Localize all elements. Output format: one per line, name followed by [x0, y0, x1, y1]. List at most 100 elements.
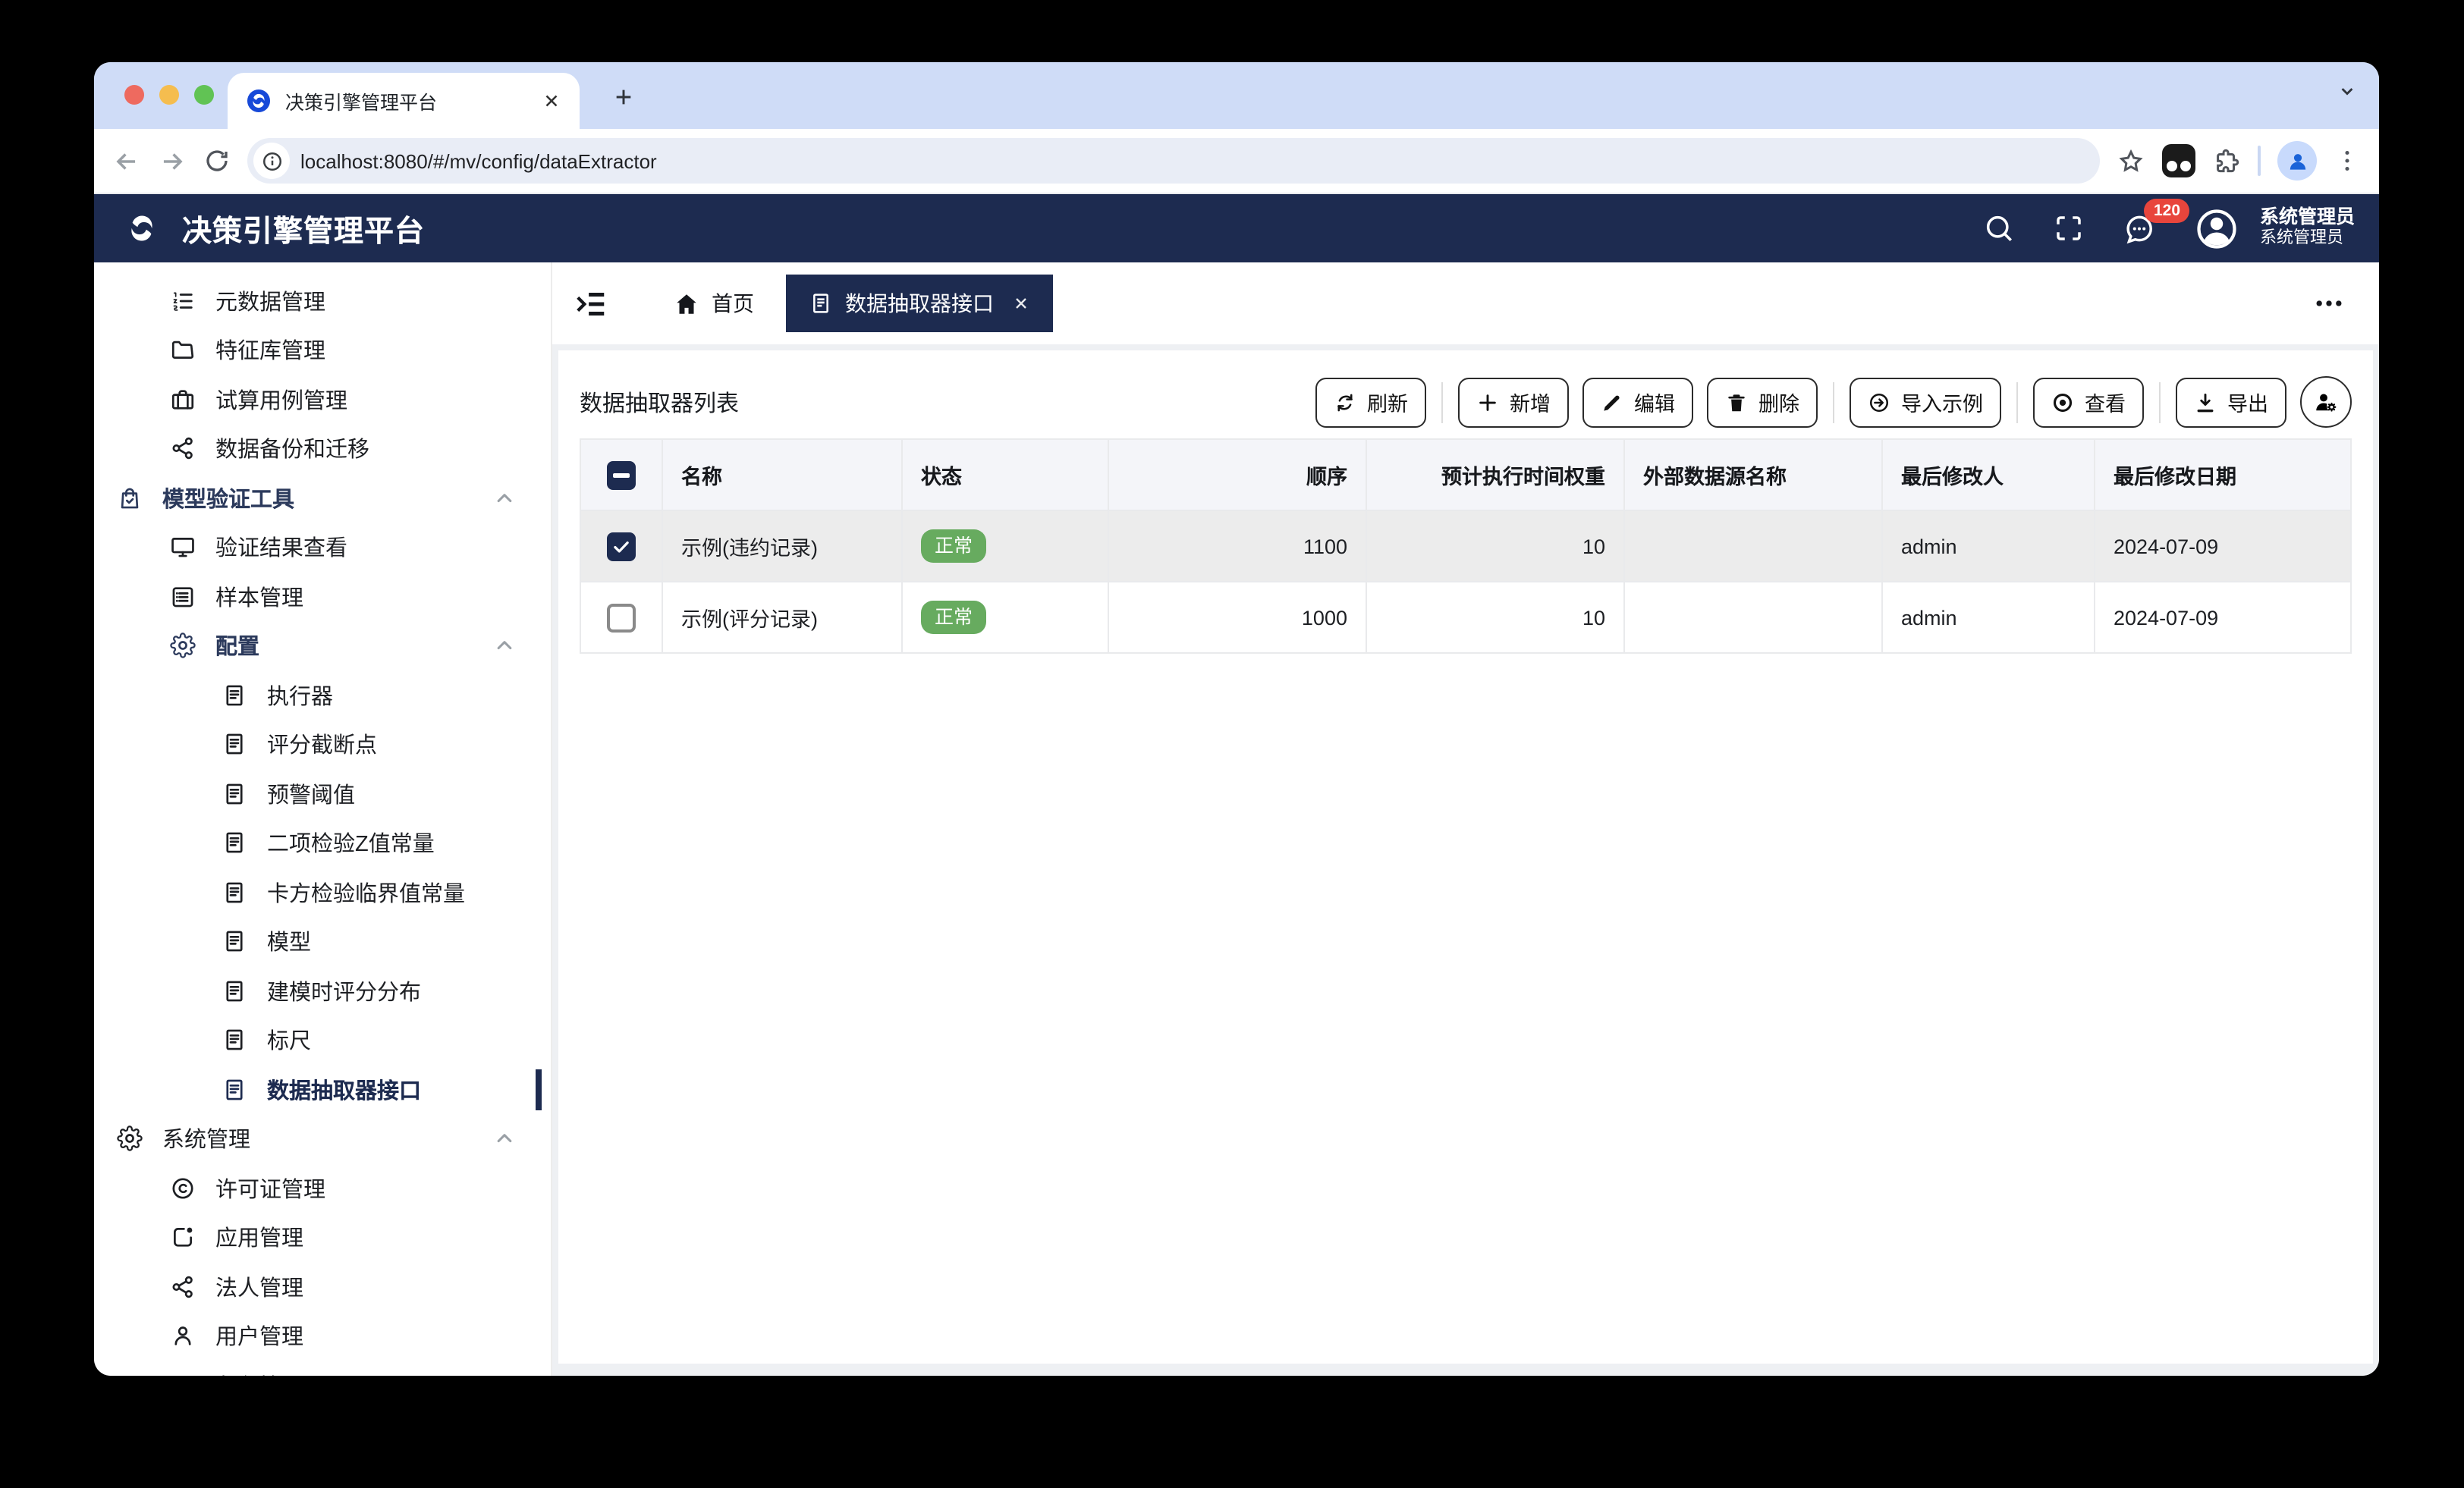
sidebar-item-label: 许可证管理 [215, 1178, 325, 1203]
column-header-external_source: 外部数据源名称 [1623, 438, 1883, 511]
tab-options-dots-icon[interactable] [2312, 287, 2358, 320]
button-新增[interactable]: 新增 [1458, 377, 1569, 427]
sidebar-item-用户管理[interactable]: 用户管理 [94, 1311, 551, 1361]
app-title: 决策引擎管理平台 [182, 215, 426, 249]
row-checkbox[interactable] [607, 603, 636, 632]
sidebar-item-角色管理[interactable]: 角色管理 [94, 1361, 551, 1377]
messages-icon[interactable]: 120 [2123, 198, 2190, 245]
user-role: 系统管理员 [2259, 229, 2343, 248]
sidebar-collapse-icon[interactable] [574, 286, 608, 321]
button-刷新[interactable]: 刷新 [1315, 377, 1426, 427]
sidebar-item-标尺[interactable]: 标尺 [94, 1016, 551, 1065]
cell-status: 正常 [901, 510, 1109, 582]
column-header-modified_date: 最后修改日期 [2094, 438, 2352, 511]
browser-window: 决策引擎管理平台 localhost:8080/#/mv/config/data… [94, 62, 2379, 1376]
browser-menu-dots-icon[interactable] [2334, 147, 2361, 174]
close-window-button[interactable] [124, 85, 144, 105]
button-编辑[interactable]: 编辑 [1582, 377, 1693, 427]
browser-profile-avatar[interactable] [2277, 141, 2317, 181]
sidebar-item-模型验证工具[interactable]: 模型验证工具 [94, 473, 551, 523]
fullscreen-icon[interactable] [2054, 212, 2085, 244]
sidebar-item-应用管理[interactable]: 应用管理 [94, 1213, 551, 1262]
select-all-checkbox[interactable] [607, 460, 636, 489]
url-text: localhost:8080/#/mv/config/dataExtractor [300, 149, 657, 172]
user-info[interactable]: 系统管理员 系统管理员 [2260, 206, 2355, 251]
sidebar-item-label: 元数据管理 [215, 290, 325, 315]
table-row[interactable]: 示例(评分记录) 正常 1000 10 admin 2024-07-09 [580, 581, 2352, 654]
content-card: 数据抽取器列表 刷新 新增 编辑 删除 导入示例 查看 导出 名称 状态 顺序 预计执行时间权重外… [558, 350, 2373, 1364]
sidebar-item-数据备份和迁移[interactable]: 数据备份和迁移 [94, 424, 551, 473]
user-name: 系统管理员 [2259, 206, 2355, 228]
sidebar-item-评分截断点[interactable]: 评分截断点 [94, 720, 551, 769]
monitor-icon [170, 535, 196, 560]
sidebar-item-特征库管理[interactable]: 特征库管理 [94, 325, 551, 375]
toolbar-divider [2258, 146, 2261, 176]
sidebar-item-许可证管理[interactable]: 许可证管理 [94, 1163, 551, 1213]
cell-weight: 10 [1366, 510, 1625, 582]
cell-order: 1000 [1108, 581, 1367, 654]
row-checkbox[interactable] [607, 532, 636, 560]
tab-close-icon[interactable] [1012, 294, 1030, 312]
sidebar-item-卡方检验临界值常量[interactable]: 卡方检验临界值常量 [94, 868, 551, 917]
sidebar-item-label: 执行器 [267, 685, 333, 710]
sidebar-item-元数据管理[interactable]: 元数据管理 [94, 276, 551, 325]
sidebar-item-系统管理[interactable]: 系统管理 [94, 1114, 551, 1163]
user-avatar-icon[interactable] [2195, 206, 2240, 251]
extensions-puzzle-icon[interactable] [2212, 146, 2241, 175]
tab-home[interactable]: 首页 [651, 275, 777, 332]
bookmark-star-icon[interactable] [2117, 146, 2145, 175]
column-header-modified_by: 最后修改人 [1881, 438, 2095, 511]
sidebar-item-建模时评分分布[interactable]: 建模时评分分布 [94, 966, 551, 1016]
address-bar[interactable]: localhost:8080/#/mv/config/dataExtractor [247, 138, 2100, 184]
sidebar-item-配置[interactable]: 配置 [94, 621, 551, 670]
reload-icon[interactable] [203, 147, 231, 174]
column-header-name: 名称 [662, 438, 903, 511]
tab-search-chevron-icon[interactable] [2337, 80, 2358, 102]
sidebar-item-执行器[interactable]: 执行器 [94, 670, 551, 720]
pinned-extension-icon[interactable] [2162, 144, 2195, 177]
sidebar-item-label: 数据抽取器接口 [267, 1079, 421, 1104]
sidebar-item-预警阈值[interactable]: 预警阈值 [94, 769, 551, 818]
sidebar-item-label: 样本管理 [215, 586, 303, 611]
zoom-window-button[interactable] [194, 85, 214, 105]
sidebar-item-label: 用户管理 [215, 1326, 303, 1351]
button-label: 导出 [2227, 393, 2268, 416]
sidebar-item-label: 试算用例管理 [215, 389, 347, 414]
back-icon[interactable] [112, 146, 141, 175]
briefcase-icon [170, 387, 196, 413]
button-查看[interactable]: 查看 [2033, 377, 2144, 427]
sidebar-item-验证结果查看[interactable]: 验证结果查看 [94, 523, 551, 572]
list-title: 数据抽取器列表 [580, 391, 740, 416]
new-tab-button[interactable] [604, 77, 642, 115]
minimize-window-button[interactable] [159, 85, 179, 105]
toolbar-group-divider [2016, 381, 2018, 422]
table-row[interactable]: 示例(违约记录) 正常 1100 10 admin 2024-07-09 [580, 510, 2352, 582]
button-label: 刷新 [1367, 393, 1408, 416]
sidebar-item-法人管理[interactable]: 法人管理 [94, 1262, 551, 1311]
button-导出[interactable]: 导出 [2176, 377, 2286, 427]
trash-icon [1725, 391, 1748, 413]
button-导入示例[interactable]: 导入示例 [1850, 377, 2001, 427]
cell-status: 正常 [901, 581, 1109, 654]
sidebar-item-试算用例管理[interactable]: 试算用例管理 [94, 375, 551, 424]
forward-icon[interactable] [158, 146, 187, 175]
search-icon[interactable] [1984, 212, 2016, 244]
tab-data-extractor[interactable]: 数据抽取器接口 [786, 275, 1053, 332]
cell-modified_date: 2024-07-09 [2094, 510, 2352, 582]
app-logo [118, 205, 165, 252]
browser-tab[interactable]: 决策引擎管理平台 [228, 73, 580, 129]
sidebar-item-数据抽取器接口[interactable]: 数据抽取器接口 [94, 1065, 551, 1114]
toolbar-group-divider [2159, 381, 2161, 422]
macos-traffic-lights [124, 85, 214, 105]
tab-close-icon[interactable] [542, 91, 561, 111]
people-icon [170, 1373, 196, 1377]
sidebar-item-模型[interactable]: 模型 [94, 917, 551, 966]
copyright-icon [170, 1176, 196, 1201]
sidebar-item-样本管理[interactable]: 样本管理 [94, 572, 551, 621]
tab-home-label: 首页 [712, 291, 754, 315]
sidebar-item-label: 卡方检验临界值常量 [267, 882, 465, 907]
button-删除[interactable]: 删除 [1707, 377, 1818, 427]
sidebar-item-二项检验Z值常量[interactable]: 二项检验Z值常量 [94, 818, 551, 868]
site-info-icon[interactable] [253, 143, 290, 179]
column-settings-button[interactable] [2300, 376, 2352, 428]
